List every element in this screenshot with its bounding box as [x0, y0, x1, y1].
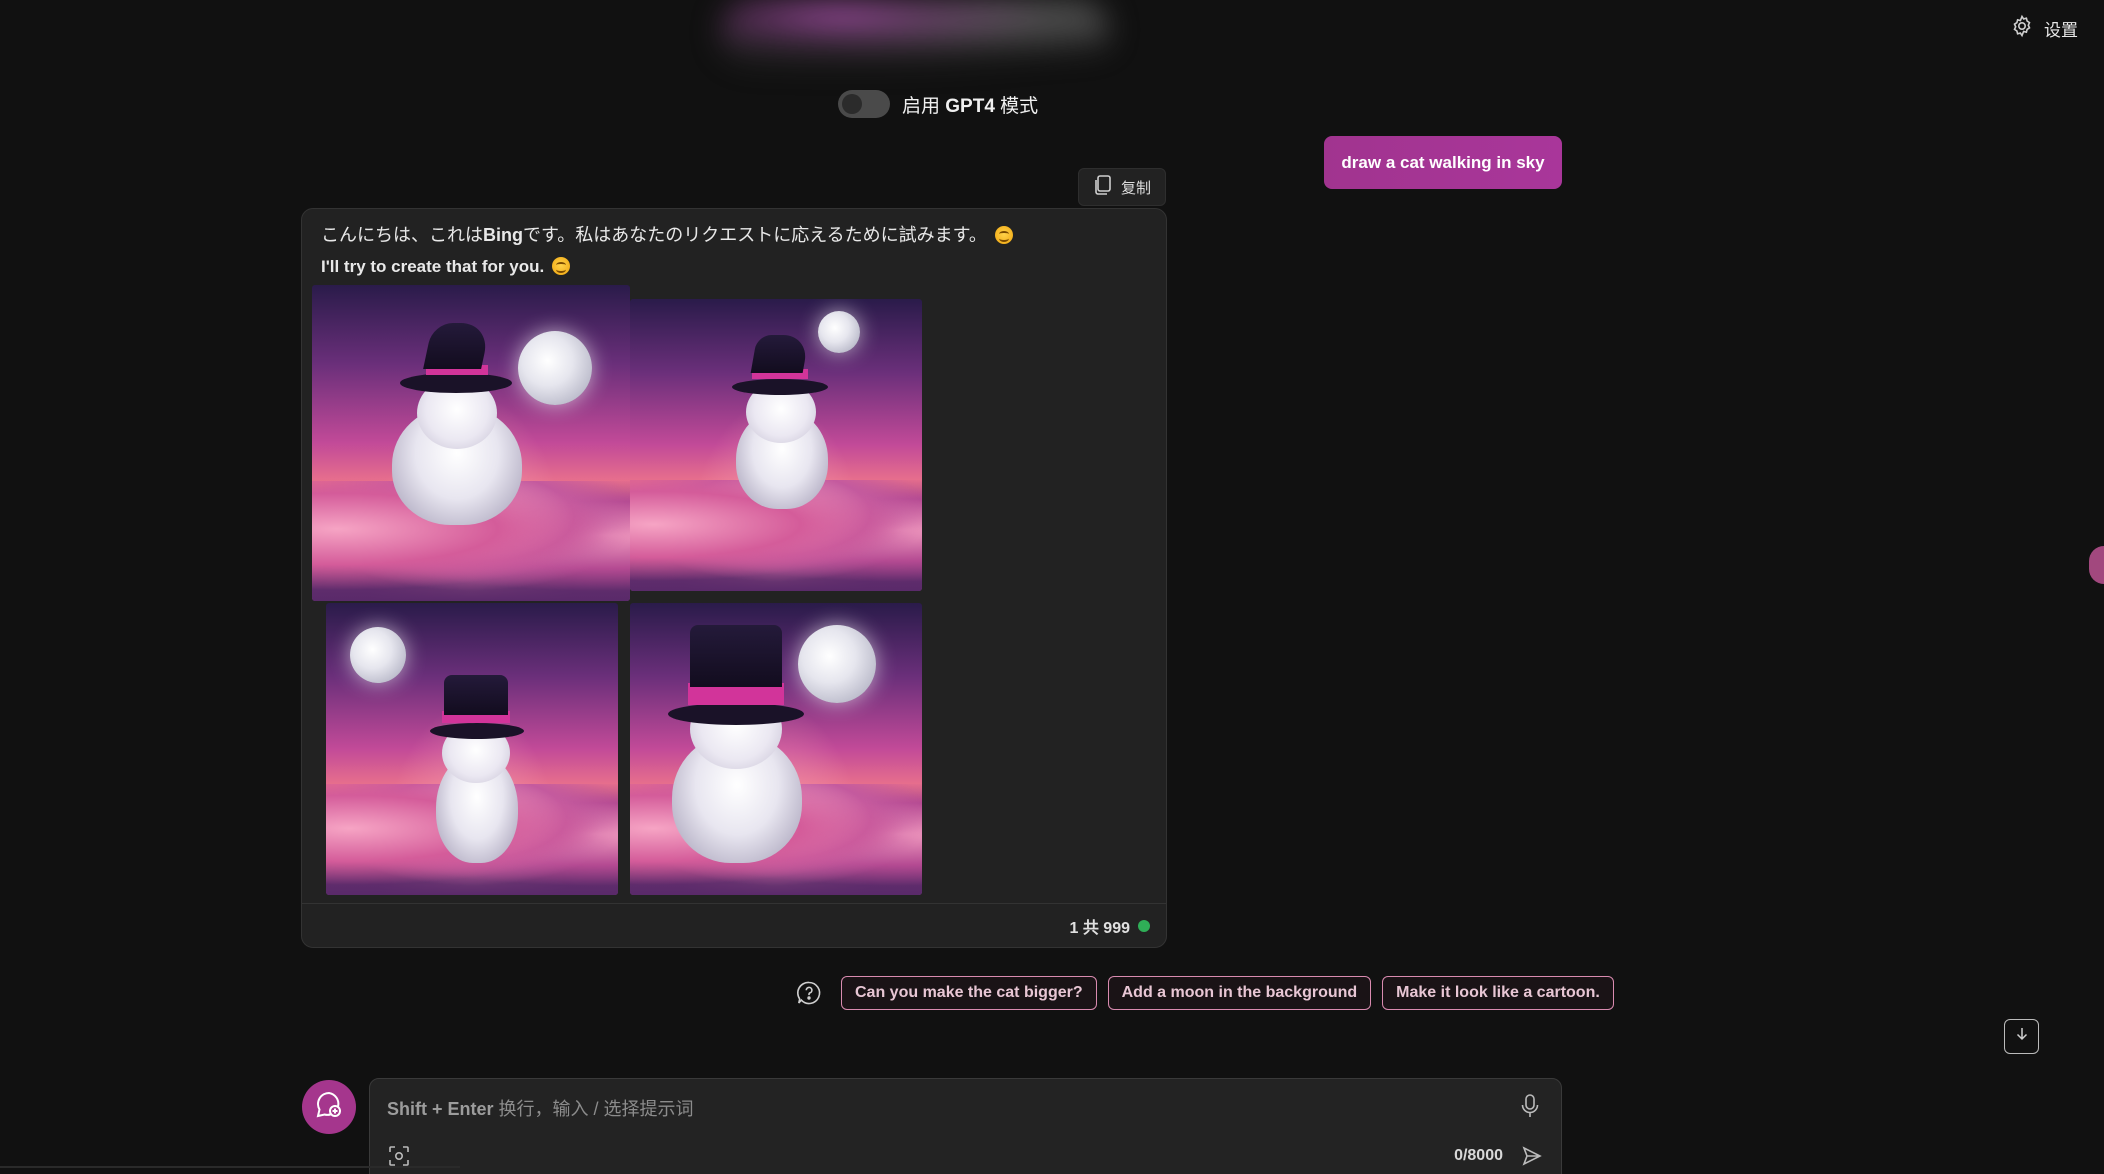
user-message-text: draw a cat walking in sky	[1341, 152, 1545, 172]
gpt4-toggle-label: 启用 GPT4 模式	[902, 95, 1039, 117]
suggestion-chip-2[interactable]: Add a moon in the background	[1107, 976, 1372, 1010]
bot-greeting-text: こんにちは、これはBingです。私はあなたのリクエストに応えるために試みます。	[321, 221, 1013, 247]
help-question-icon[interactable]	[796, 980, 822, 1006]
character-count: 0/8000	[1454, 1147, 1503, 1164]
smiling-face-emoji-icon	[994, 226, 1013, 244]
counter-text: 1 共 999	[1069, 919, 1131, 937]
status-dot	[1138, 919, 1150, 932]
settings-label: 设置	[2044, 21, 2078, 40]
message-composer[interactable]: Shift + Enter 换行，输入 / 选择提示词 0/8000	[369, 1078, 1562, 1174]
generated-image-3[interactable]	[326, 603, 618, 895]
scroll-to-bottom-button[interactable]	[2004, 1019, 2039, 1054]
new-chat-button[interactable]	[302, 1080, 356, 1134]
send-icon[interactable]	[1521, 1145, 1543, 1167]
chat-page: 设置 启用 GPT4 模式 draw a cat walking in sky …	[0, 0, 2104, 1174]
copy-label: 复制	[1120, 179, 1151, 197]
microphone-icon[interactable]	[1519, 1093, 1541, 1119]
gpt4-toggle[interactable]	[838, 90, 890, 118]
gpt4-mode-row: 启用 GPT4 模式	[838, 90, 1038, 118]
generated-image-1[interactable]	[312, 285, 630, 601]
gear-icon	[2010, 14, 2034, 43]
composer-placeholder[interactable]: Shift + Enter 换行，输入 / 选择提示词	[387, 1095, 694, 1121]
arrow-down-icon	[2014, 1026, 2030, 1047]
suggestion-chip-1[interactable]: Can you make the cat bigger?	[841, 976, 1097, 1010]
app-logo-blurred	[720, 0, 1110, 66]
settings-button[interactable]: 设置	[2010, 14, 2078, 43]
bottom-divider	[0, 1166, 460, 1168]
suggestion-chip-3[interactable]: Make it look like a cartoon.	[1382, 976, 1614, 1010]
image-scan-icon[interactable]	[388, 1145, 410, 1167]
generated-image-4[interactable]	[630, 603, 922, 895]
new-chat-icon	[313, 1089, 345, 1126]
suggestion-row: Can you make the cat bigger? Add a moon …	[796, 976, 1614, 1010]
copy-button[interactable]: 复制	[1078, 168, 1166, 206]
generated-image-2[interactable]	[630, 299, 922, 591]
copy-icon	[1093, 174, 1113, 200]
side-panel-handle[interactable]	[2089, 546, 2104, 584]
bot-reply-text: I'll try to create that for you.	[321, 257, 571, 277]
smiling-face-emoji-icon	[552, 257, 571, 275]
bot-message-card: こんにちは、これはBingです。私はあなたのリクエストに応えるために試みます。 …	[301, 208, 1167, 948]
message-counter: 1 共 999	[302, 903, 1166, 947]
user-message-bubble: draw a cat walking in sky	[1324, 136, 1562, 189]
